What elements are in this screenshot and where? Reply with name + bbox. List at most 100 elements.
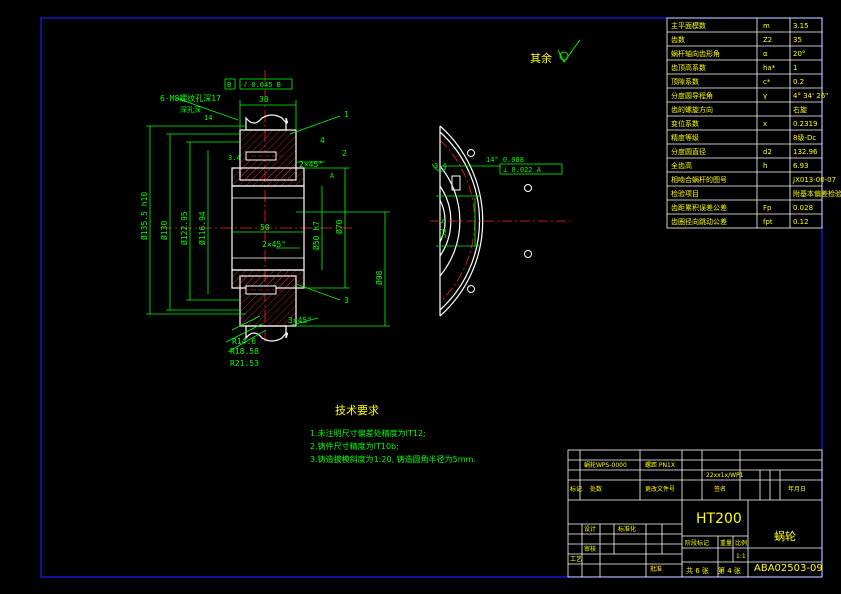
gear-table-name: 蜗杆轴向齿形角	[671, 49, 720, 58]
label-tapped-holes-sub: 深孔深	[180, 105, 201, 114]
gear-table-sym: Z2	[763, 36, 772, 44]
dim-d2: Ø130	[159, 221, 169, 240]
tb-date: 年月日	[788, 485, 806, 493]
tech-req-item-2: 2.铸件尺寸精度为IT10b;	[310, 441, 399, 451]
tb-mark: 标记	[570, 485, 582, 493]
gear-table-sym: m	[763, 22, 770, 30]
tech-req-item-1: 1.未注明尺寸偏差处精度为IT12;	[310, 428, 426, 438]
label-tolerance-top: ⫽ 0.045 B	[243, 81, 281, 89]
tb-stage: 阶段标记	[685, 539, 709, 547]
dim-d5: Ø50 h7	[311, 221, 321, 250]
gear-table-val: 0.2	[793, 78, 804, 86]
tb-approve: 批准	[650, 565, 662, 573]
tolerance-right: ⊥ 0.022 A	[503, 166, 542, 174]
dim-50: 50	[260, 223, 270, 232]
small-34: 3.4	[228, 154, 241, 162]
side-view	[430, 125, 570, 317]
tb-std: 标准化	[618, 525, 636, 533]
gear-table-val: 6.93	[793, 162, 809, 170]
gear-table-name: 全齿高	[671, 161, 692, 170]
gear-table-name: 齿圈径向跳动公差	[671, 217, 727, 226]
tb-material: HT200	[696, 511, 742, 527]
tech-req-title: 技术要求	[335, 404, 379, 417]
label-tapped-holes: 6-M8螺纹孔深17	[160, 93, 221, 103]
gear-table-sym: Fp	[763, 204, 772, 212]
gear-table-val: JX013-00-07	[792, 176, 836, 184]
gear-table-sym: x	[763, 120, 767, 128]
gear-table-name: 齿的螺旋方向	[671, 105, 713, 114]
tb-sheet-no: 第 4 张	[718, 566, 741, 575]
gear-table-name: 精度等级	[671, 133, 699, 142]
gear-table-sym: h	[763, 162, 767, 170]
cad-drawing: 主平面模数 m 3.15 齿数 Z2 35 蜗杆轴向齿形角 α 20° 齿顶高系数 ha* 1 顶隙系数…	[40, 17, 841, 578]
gear-table-val: 0.2319	[793, 120, 818, 128]
tb-drawing-no: ABA02503-09	[754, 563, 823, 574]
tb-row-a: 蜗轮WPS-0000	[584, 461, 627, 469]
tb-count: 处数	[590, 485, 602, 493]
chamfer-mid: 2×45°	[262, 240, 286, 249]
gear-table-val: 8级-Dc	[793, 133, 816, 142]
gear-table-sym: d2	[763, 148, 772, 156]
dim-d3: Ø122.95	[179, 211, 189, 245]
gear-table-sym: γ	[763, 92, 767, 100]
dim-d1: Ø135.5 h10	[139, 192, 149, 240]
side-34: 3.4	[434, 162, 447, 170]
dim-30: 30	[259, 95, 269, 104]
tb-weight: 重量	[720, 539, 732, 547]
callout-1: 1	[344, 110, 349, 119]
label-notch-a: A	[330, 172, 335, 180]
gear-table-val: 右旋	[793, 105, 807, 114]
chamfer-top: 2×45°	[299, 160, 323, 169]
roughness-symbol	[557, 39, 581, 63]
gear-table-name: 齿顶高系数	[671, 63, 706, 72]
dim-r3: R21.53	[230, 359, 259, 368]
tb-scale-label: 比例	[735, 539, 747, 547]
tech-req-item-3: 3.铸造拔模斜度为1:20, 铸造圆角半径为5mm.	[310, 454, 476, 464]
gear-table-val: 1	[793, 64, 797, 72]
tb-design: 设计	[584, 525, 596, 533]
dim-d4: Ø116.94	[197, 211, 207, 245]
gear-table-name: 顶隙系数	[671, 77, 699, 86]
dim-r1: R14.6	[232, 337, 256, 346]
gear-table-name: 相啮合蜗杆的图号	[671, 175, 727, 184]
tb-sign: 签名	[714, 485, 726, 493]
gear-table-name: 分度圆直径	[671, 147, 706, 156]
gear-table-name: 齿数	[671, 35, 685, 44]
tb-check: 审核	[584, 545, 596, 553]
gear-table-val: 4° 34' 26"	[793, 92, 828, 100]
callout-3: 3	[344, 296, 349, 305]
tb-row-b: 螺距 PN1X	[645, 461, 675, 469]
gear-table-name: 检验项目	[671, 189, 699, 198]
gear-table-sym: ha*	[763, 64, 776, 72]
gear-parameter-table: 主平面模数 m 3.15 齿数 Z2 35 蜗杆轴向齿形角 α 20° 齿顶高系数 ha* 1 顶隙系数…	[666, 17, 841, 229]
gear-table-val: 0.028	[793, 204, 813, 212]
gear-table-sym: fpt	[763, 218, 773, 226]
chamfer-bottom: 3×45°	[288, 316, 312, 325]
rim-top	[245, 114, 288, 131]
small-14: 14	[204, 114, 212, 122]
flange-lower	[231, 269, 305, 289]
tb-row-c: 22xx1x/WP1	[706, 472, 744, 479]
callout-2: 2	[342, 149, 347, 158]
gear-table-val: 附基本偏差检验	[793, 189, 841, 198]
dim-r2: R18.58	[230, 347, 259, 356]
gear-table-sym: c*	[763, 78, 771, 86]
side-dim: 53.5	[439, 219, 448, 238]
side-angle: 14° 0.088	[486, 156, 524, 164]
tb-scale: 1:1	[736, 553, 746, 560]
tb-part-name: 蜗轮	[774, 529, 796, 543]
gear-table-val: 132.96	[793, 148, 818, 156]
gear-table-name: 主平面模数	[671, 21, 706, 30]
label-datum-b: B	[227, 81, 231, 89]
dim-d6: Ø70	[334, 219, 344, 234]
gear-table-val: 20°	[793, 50, 805, 58]
title-block	[567, 449, 823, 578]
gear-table-name: 齿距累积误差公差	[671, 203, 727, 212]
gear-table-val: 3.15	[793, 22, 809, 30]
tb-sheet-total: 共 6 张	[686, 566, 709, 575]
gear-table-sym: α	[763, 50, 768, 58]
gear-table-val: 0.12	[793, 218, 809, 226]
flange-upper	[231, 167, 305, 187]
dim-d7: Ø98	[374, 270, 384, 285]
roughness-note: 其余	[530, 51, 552, 65]
